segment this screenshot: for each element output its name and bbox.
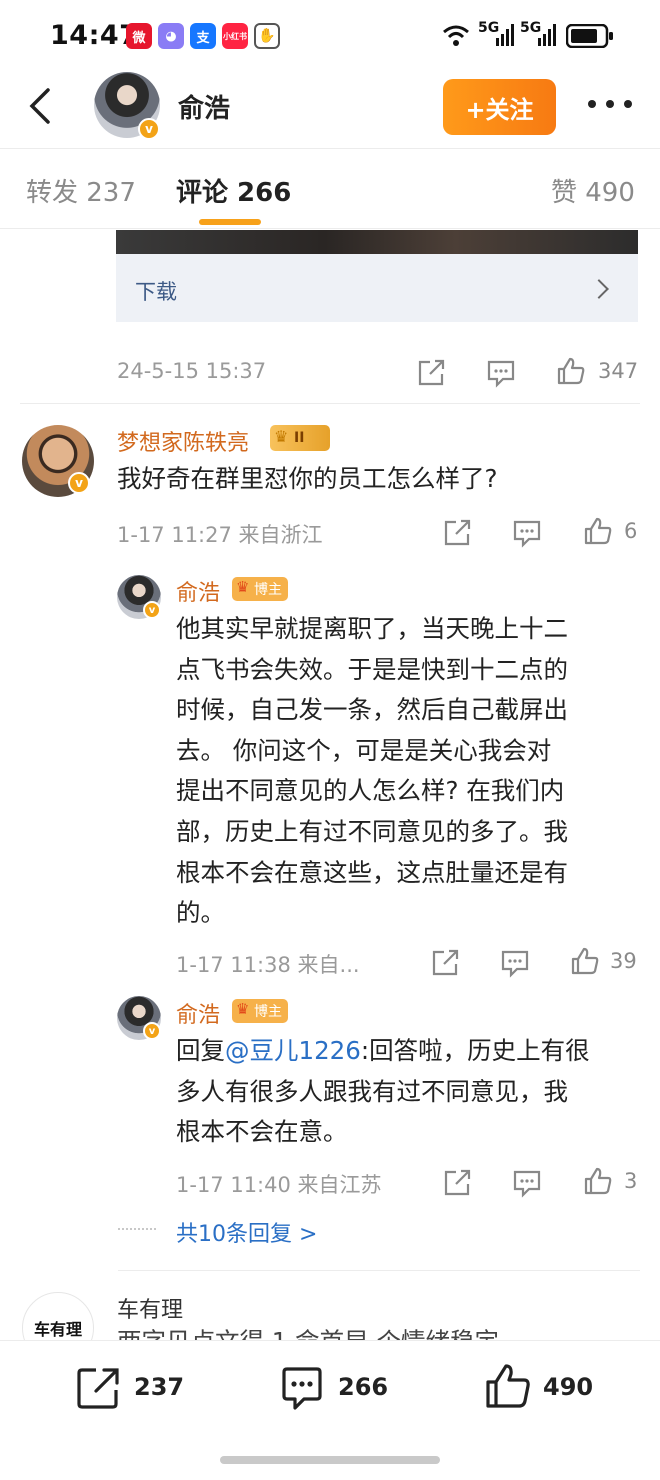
crown-icon: ♛ xyxy=(236,1000,250,1018)
like-count[interactable]: 490 xyxy=(543,1373,593,1401)
tab-comments[interactable]: 评论 266 xyxy=(176,172,291,209)
vip-badge: ♛ II xyxy=(270,425,330,451)
reply-line: 提出不同意见的人怎么样? 在我们内 xyxy=(176,776,565,806)
header-divider xyxy=(0,148,660,149)
dotted-separator xyxy=(118,1228,156,1230)
blogger-tag-label: 博主 xyxy=(254,582,282,598)
gesture-icon: ✋ xyxy=(254,23,280,49)
reply-line: 他其实早就提离职了，当天晚上十二 xyxy=(176,614,568,643)
blogger-badge: ♛ 博主 xyxy=(232,999,288,1023)
comment-count[interactable]: 266 xyxy=(338,1373,388,1401)
wifi-icon xyxy=(443,25,469,46)
blogger-badge: ♛ 博主 xyxy=(232,577,288,601)
reply-text: 他其实早就提离职了，当天晚上十二 点飞书会失效。于是是快到十二点的 时候，自己发… xyxy=(176,609,646,934)
tab-repost[interactable]: 转发 237 xyxy=(26,172,136,209)
repost-icon[interactable] xyxy=(74,1364,122,1412)
reply-like-count: 39 xyxy=(610,949,637,973)
reply-line: 根本不会在意。 xyxy=(176,1117,348,1147)
reply-line: 回复@豆儿1226:回答啦，历史上有很 xyxy=(176,1031,646,1072)
home-indicator xyxy=(220,1456,440,1464)
download-label: 下载 xyxy=(135,280,177,304)
commenter-name[interactable]: 梦想家陈轶亮 xyxy=(117,425,249,457)
reply-line: 多人有很多人跟我有过不同意见，我 xyxy=(176,1076,568,1106)
comment-icon[interactable] xyxy=(486,358,516,388)
reply-line: 时候，自己发一条，然后自己截屏出 xyxy=(176,695,568,725)
crown-icon: ♛ xyxy=(236,578,250,596)
tab-active-indicator xyxy=(199,219,261,225)
reply-text: 回复@豆儿1226:回答啦，历史上有很 多人有很多人跟我有过不同意见，我 根本不… xyxy=(176,1031,646,1153)
reply-meta: 1-17 11:38 来自... xyxy=(176,953,360,977)
reply-username[interactable]: 俞浩 xyxy=(176,575,220,607)
commenter-name[interactable]: 车有理 xyxy=(117,1292,183,1324)
verified-icon: v xyxy=(138,118,160,140)
reply-username[interactable]: 俞浩 xyxy=(176,997,220,1029)
crown-icon: ♛ xyxy=(274,427,289,446)
repost-count[interactable]: 237 xyxy=(134,1373,184,1401)
verified-icon: v xyxy=(68,472,90,494)
tabs-divider xyxy=(0,228,660,229)
like-icon[interactable] xyxy=(583,1166,613,1196)
like-icon[interactable] xyxy=(570,946,600,976)
comment-bubble-icon[interactable] xyxy=(278,1364,326,1412)
back-button[interactable] xyxy=(22,86,58,126)
mention-link[interactable]: @豆儿1226 xyxy=(225,1036,361,1065)
post-timestamp: 24-5-15 15:37 xyxy=(117,359,267,383)
comment-meta: 1-17 11:27 来自浙江 xyxy=(117,523,323,547)
like-icon[interactable] xyxy=(556,356,586,386)
like-icon[interactable] xyxy=(583,516,613,546)
share-icon[interactable] xyxy=(442,1168,472,1198)
reply-like-count: 3 xyxy=(624,1169,638,1193)
weibo-icon: 微 xyxy=(126,23,152,49)
signal-icon xyxy=(496,24,514,46)
share-icon[interactable] xyxy=(416,358,446,388)
reply-line: 根本不会在意这些，这点肚量还是有 xyxy=(176,857,568,887)
reply-prefix: 回复 xyxy=(176,1036,225,1065)
reply-line: 点飞书会失效。于是是快到十二点的 xyxy=(176,654,568,684)
more-icon[interactable] xyxy=(588,96,632,112)
vip-level: II xyxy=(294,430,305,446)
verified-icon: v xyxy=(143,601,161,619)
comment-divider xyxy=(118,1270,640,1271)
comment-like-count: 6 xyxy=(624,519,638,543)
reply-line: 去。 你问这个，可是是关心我会对 xyxy=(176,735,552,765)
signal-icon-2 xyxy=(538,24,556,46)
comment-text: 我好奇在群里怼你的员工怎么样了? xyxy=(117,464,498,493)
reply-line: 部，历史上有过不同意见的多了。我 xyxy=(176,816,568,846)
header-username[interactable]: 俞浩 xyxy=(178,88,230,125)
alipay-icon: 支 xyxy=(190,23,216,49)
verified-icon: v xyxy=(143,1022,161,1040)
tab-likes[interactable]: 赞 490 xyxy=(551,172,635,209)
follow-button[interactable]: +关注 xyxy=(443,79,556,135)
like-thumb-icon[interactable] xyxy=(484,1362,532,1410)
post-divider xyxy=(20,403,640,404)
blogger-tag-label: 博主 xyxy=(254,1004,282,1020)
share-icon[interactable] xyxy=(430,948,460,978)
share-icon[interactable] xyxy=(442,518,472,548)
view-all-replies-link[interactable]: 共10条回复 > xyxy=(176,1216,317,1248)
comment-icon[interactable] xyxy=(500,948,530,978)
post-like-count: 347 xyxy=(598,359,639,383)
soul-icon: ◕ xyxy=(158,23,184,49)
comment-icon[interactable] xyxy=(512,1168,542,1198)
download-bar[interactable] xyxy=(116,254,638,322)
battery-icon xyxy=(566,24,613,48)
post-image[interactable] xyxy=(116,230,638,254)
reply-line: 的。 xyxy=(176,898,225,928)
reply-meta: 1-17 11:40 来自江苏 xyxy=(176,1173,382,1197)
reply-line-rest: :回答啦，历史上有很 xyxy=(360,1036,590,1065)
comment-icon[interactable] xyxy=(512,518,542,548)
xiaohongshu-icon: 小红书 xyxy=(222,23,248,49)
